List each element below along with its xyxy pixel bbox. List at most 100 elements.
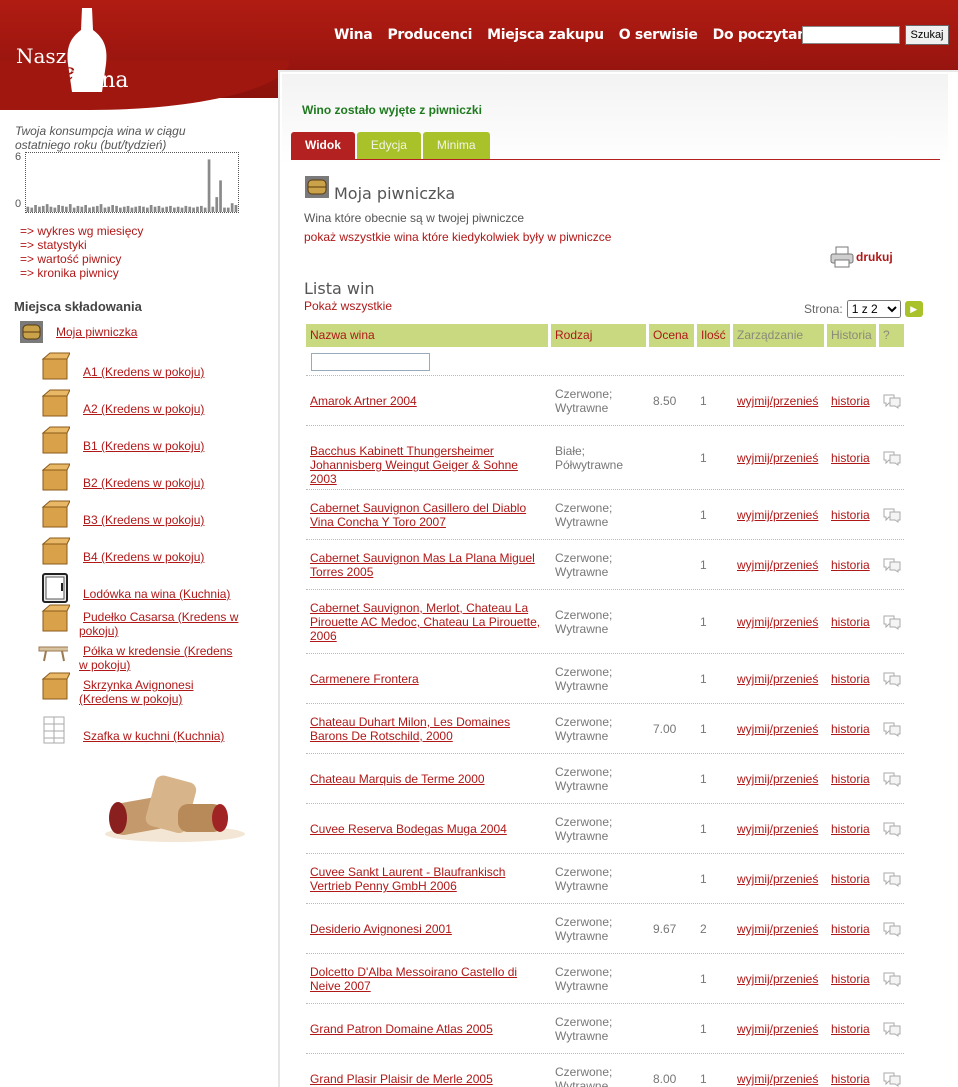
history-link[interactable]: historia (831, 394, 870, 408)
comment-icon[interactable] (882, 721, 902, 737)
col-ocena[interactable]: Ocena (649, 324, 694, 347)
take-out-move-link[interactable]: wyjmij/przenieś (737, 615, 818, 629)
comment-icon[interactable] (882, 921, 902, 937)
chart-bar (126, 205, 130, 212)
wine-name-link[interactable]: Carmenere Frontera (310, 672, 545, 686)
history-link[interactable]: historia (831, 451, 870, 465)
comment-icon[interactable] (882, 450, 902, 466)
wine-name-link[interactable]: Cuvee Sankt Laurent - Blaufrankisch Vert… (310, 865, 545, 893)
storage-location-szafka[interactable]: Szafka w kuchni (Kuchnia) (83, 729, 248, 743)
link-statystyki[interactable]: => statystyki (20, 238, 143, 252)
print-button[interactable]: drukuj (830, 246, 893, 268)
take-out-move-link[interactable]: wyjmij/przenieś (737, 772, 818, 786)
history-link[interactable]: historia (831, 615, 870, 629)
name-filter-input[interactable] (311, 353, 430, 371)
wine-name-link[interactable]: Cabernet Sauvignon, Merlot, Chateau La P… (310, 601, 545, 643)
search-button[interactable]: Szukaj (905, 25, 949, 45)
storage-location-lodowka[interactable]: Lodówka na wina (Kuchnia) (83, 587, 248, 601)
storage-location-b3[interactable]: B3 (Kredens w pokoju) (83, 513, 248, 527)
storage-location-b2[interactable]: B2 (Kredens w pokoju) (83, 476, 248, 490)
take-out-move-link[interactable]: wyjmij/przenieś (737, 672, 818, 686)
storage-root-link[interactable]: Moja piwniczka (56, 325, 137, 339)
take-out-move-link[interactable]: wyjmij/przenieś (737, 451, 818, 465)
comment-icon[interactable] (882, 971, 902, 987)
wine-type: Czerwone; Wytrawne (555, 815, 613, 843)
col-ilosc[interactable]: Ilość (697, 324, 730, 347)
take-out-move-link[interactable]: wyjmij/przenieś (737, 972, 818, 986)
wine-type: Czerwone; Wytrawne (555, 1015, 613, 1043)
chart-bar (180, 207, 184, 212)
take-out-move-link[interactable]: wyjmij/przenieś (737, 508, 818, 522)
nav-miejsca-zakupu[interactable]: Miejsca zakupu (487, 27, 604, 43)
wine-name-link[interactable]: Chateau Duhart Milon, Les Domaines Baron… (310, 715, 545, 743)
tab-minima[interactable]: Minima (422, 132, 490, 159)
nav-wina[interactable]: Wina (334, 27, 373, 43)
site-logo[interactable]: Nasz e Wina (12, 6, 162, 96)
comment-icon[interactable] (882, 614, 902, 630)
comment-icon[interactable] (882, 1071, 902, 1087)
wine-name-link[interactable]: Cuvee Reserva Bodegas Muga 2004 (310, 822, 545, 836)
take-out-move-link[interactable]: wyjmij/przenieś (737, 872, 818, 886)
pager-label: Strona: (804, 302, 843, 316)
tab-edycja[interactable]: Edycja (356, 132, 421, 159)
wine-name-link[interactable]: Grand Patron Domaine Atlas 2005 (310, 1022, 545, 1036)
history-link[interactable]: historia (831, 672, 870, 686)
take-out-move-link[interactable]: wyjmij/przenieś (737, 558, 818, 572)
comment-icon[interactable] (882, 393, 902, 409)
take-out-move-link[interactable]: wyjmij/przenieś (737, 1022, 818, 1036)
storage-location-a1[interactable]: A1 (Kredens w pokoju) (83, 365, 248, 379)
wine-name-link[interactable]: Bacchus Kabinett Thungersheimer Johannis… (310, 444, 545, 486)
wine-name-link[interactable]: Chateau Marquis de Terme 2000 (310, 772, 545, 786)
take-out-move-link[interactable]: wyjmij/przenieś (737, 722, 818, 736)
show-all-history-link[interactable]: pokaż wszystkie wina które kiedykolwiek … (304, 230, 611, 244)
col-nazwa[interactable]: Nazwa wina (306, 324, 548, 347)
chart-bar (161, 207, 165, 212)
wine-name-link[interactable]: Desiderio Avignonesi 2001 (310, 922, 545, 936)
nav-producenci[interactable]: Producenci (387, 27, 472, 43)
col-rodzaj[interactable]: Rodzaj (551, 324, 646, 347)
wine-name-link[interactable]: Cabernet Sauvignon Casillero del Diablo … (310, 501, 545, 529)
storage-location-a2[interactable]: A2 (Kredens w pokoju) (83, 402, 248, 416)
storage-location-pudelko[interactable]: Pudełko Casarsa (Kredens w pokoju) (79, 610, 244, 638)
wine-type: Białe; Półwytrawne (555, 444, 624, 472)
comment-icon[interactable] (882, 821, 902, 837)
history-link[interactable]: historia (831, 1022, 870, 1036)
take-out-move-link[interactable]: wyjmij/przenieś (737, 922, 818, 936)
storage-location-skrzynka[interactable]: Skrzynka Avignonesi (Kredens w pokoju) (79, 678, 244, 706)
page-select[interactable]: 1 z 2 (846, 300, 901, 318)
nav-o-serwisie[interactable]: O serwisie (619, 27, 698, 43)
comment-icon[interactable] (882, 771, 902, 787)
comment-icon[interactable] (882, 671, 902, 687)
history-link[interactable]: historia (831, 508, 870, 522)
history-link[interactable]: historia (831, 558, 870, 572)
link-kronika[interactable]: => kronika piwnicy (20, 266, 143, 280)
take-out-move-link[interactable]: wyjmij/przenieś (737, 394, 818, 408)
wine-name-link[interactable]: Dolcetto D'Alba Messoirano Castello di N… (310, 965, 545, 993)
wine-name-link[interactable]: Grand Plasir Plaisir de Merle 2005 (310, 1072, 545, 1086)
next-page-button[interactable]: ▶ (904, 301, 923, 317)
history-link[interactable]: historia (831, 972, 870, 986)
storage-location-b1[interactable]: B1 (Kredens w pokoju) (83, 439, 248, 453)
history-link[interactable]: historia (831, 822, 870, 836)
take-out-move-link[interactable]: wyjmij/przenieś (737, 1072, 818, 1086)
show-all-link[interactable]: Pokaż wszystkie (304, 299, 392, 313)
tab-widok[interactable]: Widok (291, 132, 355, 159)
comment-icon[interactable] (882, 507, 902, 523)
take-out-move-link[interactable]: wyjmij/przenieś (737, 822, 818, 836)
comment-icon[interactable] (882, 557, 902, 573)
wine-name-link[interactable]: Cabernet Sauvignon Mas La Plana Miguel T… (310, 551, 545, 579)
comment-icon[interactable] (882, 1021, 902, 1037)
storage-location-polka[interactable]: Półka w kredensie (Kredens w pokoju) (79, 644, 244, 672)
comment-icon[interactable] (882, 871, 902, 887)
chart-bar (88, 207, 91, 212)
history-link[interactable]: historia (831, 1072, 870, 1086)
history-link[interactable]: historia (831, 922, 870, 936)
history-link[interactable]: historia (831, 772, 870, 786)
storage-location-b4[interactable]: B4 (Kredens w pokoju) (83, 550, 248, 564)
history-link[interactable]: historia (831, 872, 870, 886)
search-input[interactable] (802, 26, 900, 44)
link-wykres[interactable]: => wykres wg miesięcy (20, 224, 143, 238)
link-wartosc[interactable]: => wartość piwnicy (20, 252, 143, 266)
wine-name-link[interactable]: Amarok Artner 2004 (310, 394, 545, 408)
history-link[interactable]: historia (831, 722, 870, 736)
